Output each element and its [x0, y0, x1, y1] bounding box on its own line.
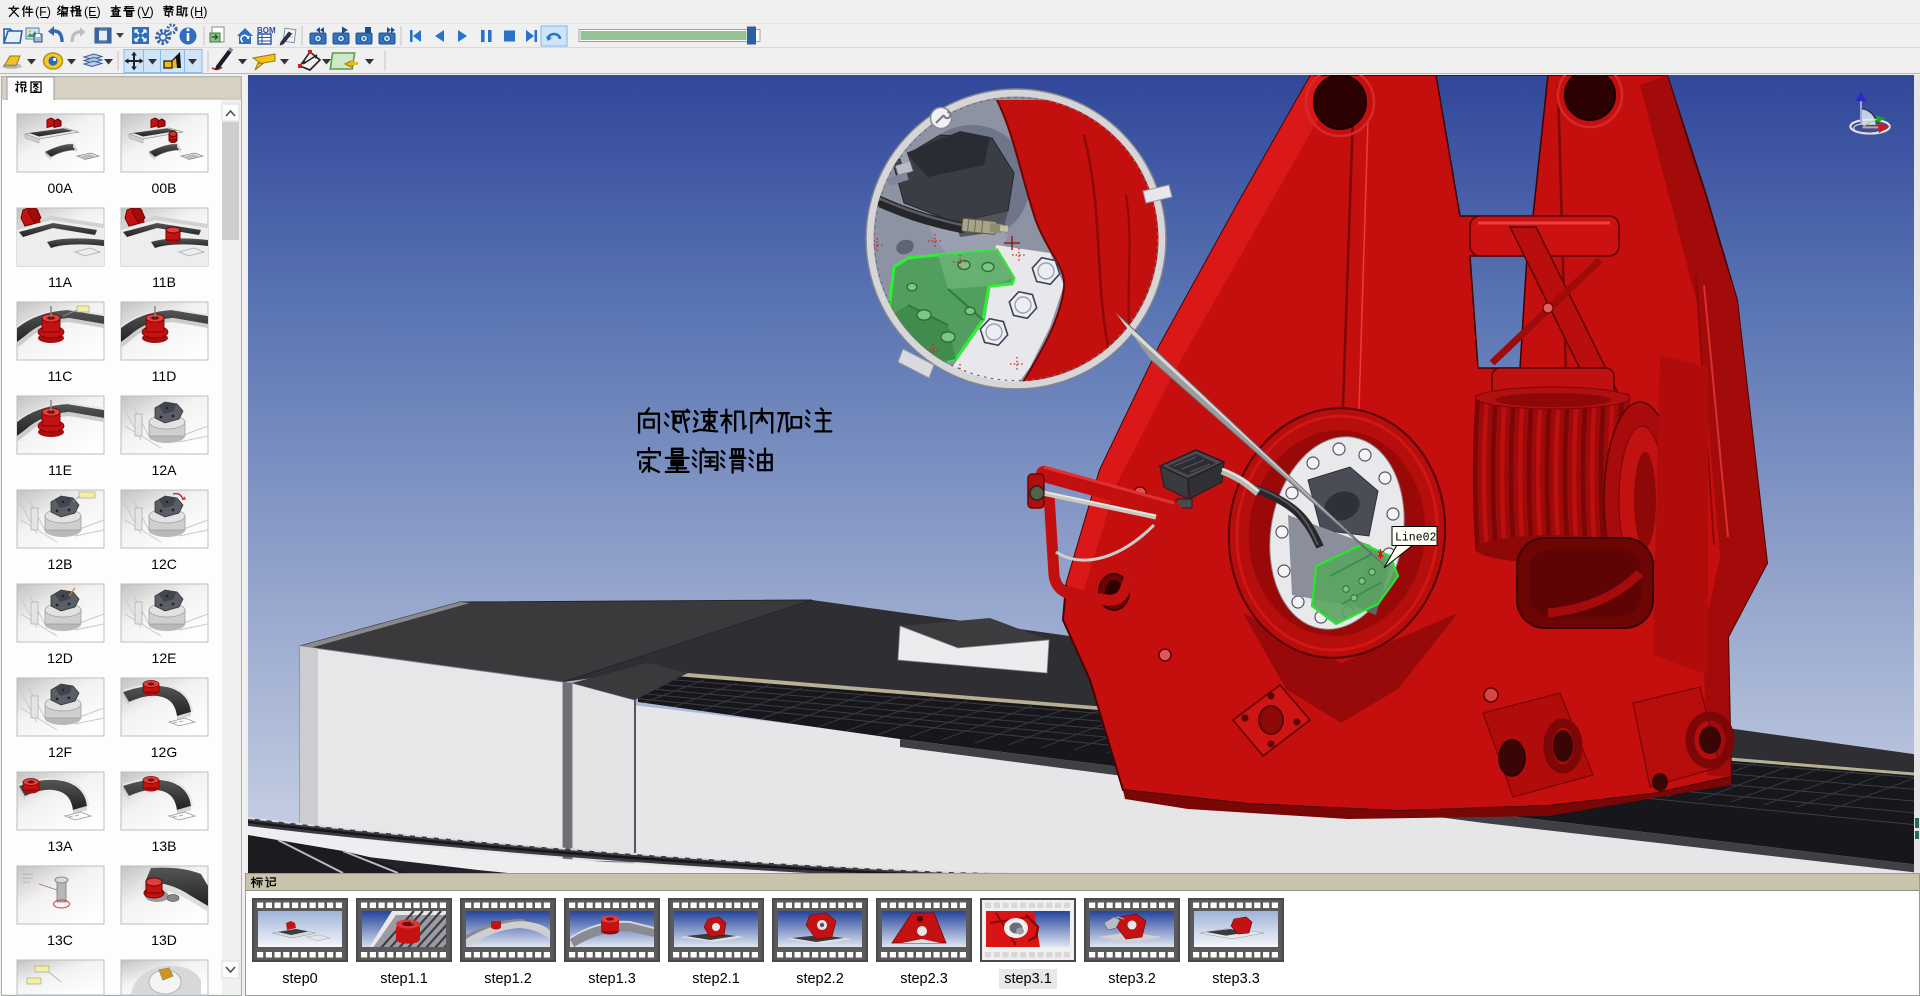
- svg-text:12E: 12E: [152, 650, 177, 666]
- svg-text:11A: 11A: [48, 274, 73, 290]
- svg-text:12D: 12D: [47, 650, 73, 666]
- svg-text:step2.3: step2.3: [900, 971, 948, 987]
- svg-text:step1.2: step1.2: [484, 971, 532, 987]
- svg-text:12G: 12G: [151, 744, 177, 760]
- svg-text:00A: 00A: [48, 180, 74, 196]
- svg-text:(E): (E): [84, 5, 101, 19]
- svg-text:step1.1: step1.1: [380, 971, 428, 987]
- svg-text:13B: 13B: [152, 838, 177, 854]
- svg-text:step1.3: step1.3: [588, 971, 636, 987]
- svg-text:12B: 12B: [48, 556, 73, 572]
- svg-text:13A: 13A: [48, 838, 74, 854]
- svg-text:(V): (V): [137, 5, 154, 19]
- svg-text:00B: 00B: [152, 180, 177, 196]
- svg-text:11B: 11B: [152, 274, 176, 290]
- svg-text:12C: 12C: [151, 556, 177, 572]
- svg-text:11D: 11D: [152, 368, 177, 384]
- svg-text:Line02: Line02: [1395, 532, 1437, 545]
- svg-text:step3.3: step3.3: [1212, 971, 1260, 987]
- svg-text:step2.1: step2.1: [692, 971, 740, 987]
- svg-text:step2.2: step2.2: [796, 971, 844, 987]
- svg-text:11C: 11C: [48, 368, 73, 384]
- svg-text:13D: 13D: [151, 932, 177, 948]
- svg-text:11E: 11E: [48, 462, 72, 478]
- svg-text:12F: 12F: [48, 744, 72, 760]
- svg-text:step3.2: step3.2: [1108, 971, 1156, 987]
- svg-text:step0: step0: [282, 971, 317, 987]
- svg-text:(H): (H): [190, 5, 207, 19]
- svg-text:step3.1: step3.1: [1004, 971, 1052, 987]
- svg-text:(F): (F): [35, 5, 51, 19]
- svg-text:13C: 13C: [47, 932, 73, 948]
- svg-text:12A: 12A: [152, 462, 178, 478]
- svg-text:*** **: *** **: [23, 881, 31, 885]
